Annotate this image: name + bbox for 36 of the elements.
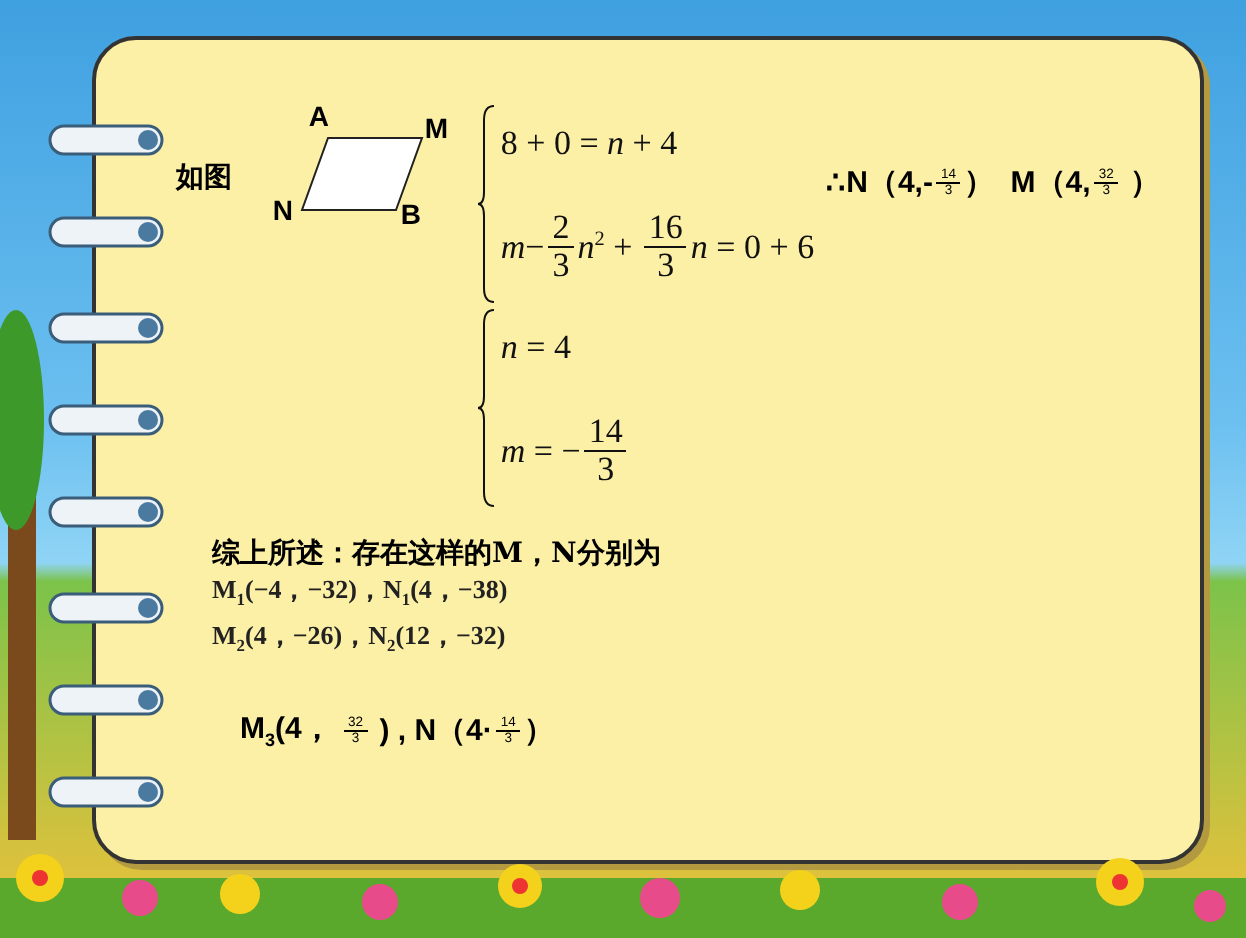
math-text: ∴N（4,- [826,164,933,202]
math-text: ) , N（4· [377,711,493,750]
math-text: ） [1127,164,1160,202]
vertex-label: N [272,194,293,226]
binder-ring-icon [48,496,164,528]
summary-heading: 综上所述：存在这样的M，N分别为 [212,536,663,572]
math-text: n = 4 [500,327,571,368]
vertex-label: M [424,112,449,144]
intro-text: 如图 [176,160,234,196]
math-text: m = − [500,431,581,472]
fraction-numerator: 14 [584,414,627,453]
binder-ring-icon [48,776,164,808]
math-text: M$_{3}$(4， [240,710,334,751]
binder-ring-icon [48,124,164,156]
math-text: ） [523,711,554,750]
fraction-numerator: 2 [548,210,574,249]
fraction-denominator: 3 [655,248,677,285]
fraction-denominator: 3 [550,248,572,285]
brace-icon [476,104,497,304]
vertex-label: A [308,100,329,132]
vertex-label: B [400,198,421,230]
binder-ring-icon [48,312,164,344]
solution-line: M$_{2}$(4，−26)，N$_{2}$(12，−32) [212,617,508,659]
fraction-numerator: 16 [644,210,687,249]
brace-icon [476,308,497,508]
fraction-denominator: 3 [595,452,617,489]
math-text: m− [500,227,545,268]
binder-ring-icon [48,592,164,624]
math-text: n = 0 + 6 [690,227,815,268]
math-text: 8 + 0 = n + 4 [500,123,678,164]
math-text: ） M（4, [963,164,1091,202]
solution-line: M$_{1}$(−4，−32)，N$_{1}$(4，−38) [212,572,510,614]
binder-ring-icon [48,684,164,716]
binder-ring-icon [48,216,164,248]
binder-ring-icon [48,404,164,436]
math-text: n$^{2}$ + [577,227,635,268]
